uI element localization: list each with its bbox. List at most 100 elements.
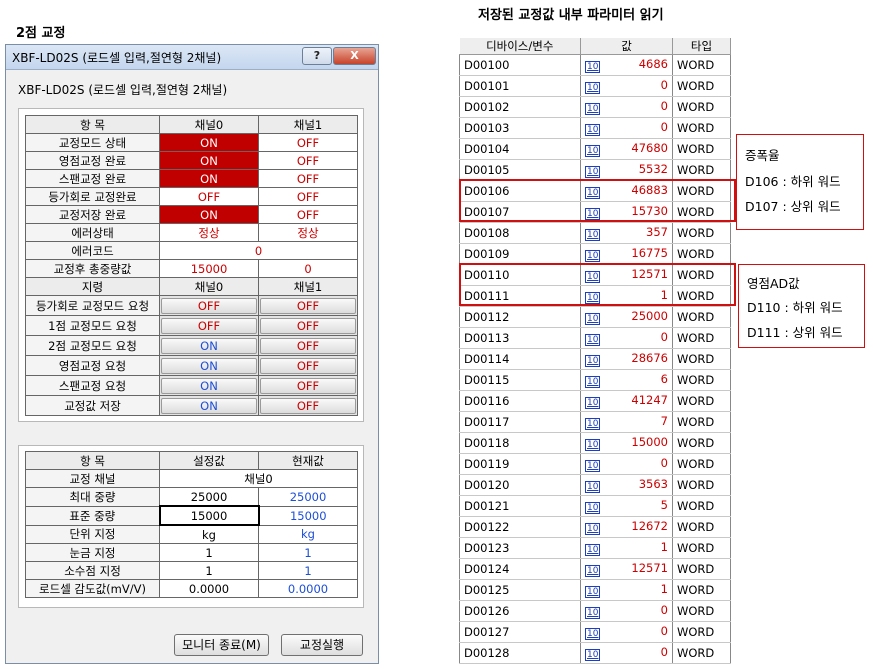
calibrate-button[interactable]: 교정실행 bbox=[281, 634, 363, 656]
command-toggle-ch1[interactable]: OFF bbox=[260, 297, 356, 314]
command-toggle-ch0[interactable]: ON bbox=[161, 397, 257, 414]
param-value-cell[interactable]: 10 0 bbox=[580, 75, 673, 97]
decimal-format-icon[interactable]: 10 bbox=[585, 628, 601, 640]
param-value-cell[interactable]: 10 5 bbox=[580, 495, 673, 517]
settings-input[interactable]: 25000 bbox=[159, 487, 259, 507]
command-toggle-ch0[interactable]: ON bbox=[161, 377, 257, 394]
param-type: WORD bbox=[672, 432, 731, 454]
status-header-cell: 채널1 bbox=[258, 115, 358, 134]
settings-input[interactable]: 0.0000 bbox=[159, 579, 259, 598]
param-value-cell[interactable]: 10 28676 bbox=[580, 348, 673, 370]
param-value-cell[interactable]: 10 12672 bbox=[580, 516, 673, 538]
decimal-format-icon[interactable]: 10 bbox=[585, 544, 601, 556]
command-toggle-ch1[interactable]: OFF bbox=[260, 337, 356, 354]
status-header-cell: 채널0 bbox=[159, 115, 259, 134]
param-row: D00128 10 0 WORD bbox=[459, 642, 731, 664]
decimal-format-icon[interactable]: 10 bbox=[585, 586, 601, 598]
param-type: WORD bbox=[672, 348, 731, 370]
param-value-cell[interactable]: 10 0 bbox=[580, 327, 673, 349]
command-toggle-ch1[interactable]: OFF bbox=[260, 317, 356, 334]
decimal-format-icon[interactable]: 10 bbox=[585, 649, 601, 661]
decimal-format-icon[interactable]: 10 bbox=[585, 418, 601, 430]
param-value-cell[interactable]: 10 41247 bbox=[580, 390, 673, 412]
param-type: WORD bbox=[672, 558, 731, 580]
status-table: 항 목 채널0 채널1 교정모드 상태 ON OFF 영점교정 완료 ON OFF 스팬교정 완료… bbox=[25, 115, 358, 416]
settings-input[interactable]: 1 bbox=[159, 561, 259, 580]
param-value-cell[interactable]: 10 0 bbox=[580, 621, 673, 643]
param-value-cell[interactable]: 10 0 bbox=[580, 642, 673, 664]
decimal-format-icon[interactable]: 10 bbox=[585, 145, 601, 157]
calibration-channel-select[interactable]: 채널0 bbox=[159, 469, 358, 488]
decimal-format-icon[interactable]: 10 bbox=[585, 250, 601, 262]
param-value-cell[interactable]: 10 0 bbox=[580, 96, 673, 118]
param-value-cell[interactable]: 10 6 bbox=[580, 369, 673, 391]
param-value-cell[interactable]: 10 357 bbox=[580, 222, 673, 244]
param-value-cell[interactable]: 10 25000 bbox=[580, 306, 673, 328]
param-value-cell[interactable]: 10 12571 bbox=[580, 558, 673, 580]
param-value-cell[interactable]: 10 0 bbox=[580, 453, 673, 475]
param-type: WORD bbox=[672, 537, 731, 559]
command-toggle-ch0[interactable]: ON bbox=[161, 337, 257, 354]
close-icon: X bbox=[350, 49, 359, 62]
settings-input[interactable]: 15000 bbox=[158, 505, 260, 526]
param-value-cell[interactable]: 10 4686 bbox=[580, 54, 673, 76]
param-value-cell[interactable]: 10 0 bbox=[580, 600, 673, 622]
decimal-format-icon[interactable]: 10 bbox=[585, 460, 601, 472]
param-device: D00126 bbox=[459, 600, 581, 622]
zero-note: 영점AD값 D110 : 하위 워드 D111 : 상위 워드 bbox=[738, 264, 865, 348]
close-button[interactable]: X bbox=[333, 47, 376, 65]
command-toggle-ch0[interactable]: OFF bbox=[161, 317, 257, 334]
settings-input[interactable]: 1 bbox=[159, 543, 259, 562]
decimal-format-icon[interactable]: 10 bbox=[585, 502, 601, 514]
command-toggle-ch0[interactable]: ON bbox=[161, 357, 257, 374]
decimal-format-icon[interactable]: 10 bbox=[585, 439, 601, 451]
calibration-channel-row: 교정 채널 채널0 bbox=[25, 469, 358, 488]
param-row: D00109 10 16775 WORD bbox=[459, 243, 731, 265]
help-button[interactable]: ? bbox=[302, 47, 332, 65]
decimal-format-icon[interactable]: 10 bbox=[585, 523, 601, 535]
param-value-cell[interactable]: 10 1 bbox=[580, 537, 673, 559]
param-value-cell[interactable]: 10 16775 bbox=[580, 243, 673, 265]
param-value: 0 bbox=[660, 603, 668, 617]
status-row: 스팬교정 완료 ON OFF bbox=[25, 169, 358, 188]
command-cell: ON bbox=[159, 395, 259, 416]
param-value-cell[interactable]: 10 3563 bbox=[580, 474, 673, 496]
param-value-cell[interactable]: 10 7 bbox=[580, 411, 673, 433]
param-type: WORD bbox=[672, 75, 731, 97]
decimal-format-icon[interactable]: 10 bbox=[585, 61, 601, 73]
status-row: 교정모드 상태 ON OFF bbox=[25, 133, 358, 152]
param-value-cell[interactable]: 10 5532 bbox=[580, 159, 673, 181]
settings-input[interactable]: kg bbox=[159, 524, 259, 544]
decimal-format-icon[interactable]: 10 bbox=[585, 334, 601, 346]
decimal-format-icon[interactable]: 10 bbox=[585, 355, 601, 367]
param-value-cell[interactable]: 10 1 bbox=[580, 579, 673, 601]
monitor-exit-button[interactable]: 모니터 종료(M) bbox=[174, 634, 269, 656]
param-value-cell[interactable]: 10 47680 bbox=[580, 138, 673, 160]
param-row: D00123 10 1 WORD bbox=[459, 537, 731, 559]
gain-note-line1: D106 : 하위 워드 bbox=[745, 174, 841, 189]
decimal-format-icon[interactable]: 10 bbox=[585, 166, 601, 178]
decimal-format-icon[interactable]: 10 bbox=[585, 313, 601, 325]
command-toggle-ch1[interactable]: OFF bbox=[260, 377, 356, 394]
param-device: D00100 bbox=[459, 54, 581, 76]
param-device: D00114 bbox=[459, 348, 581, 370]
command-header-cell: 지령 bbox=[25, 277, 160, 296]
decimal-format-icon[interactable]: 10 bbox=[585, 82, 601, 94]
decimal-format-icon[interactable]: 10 bbox=[585, 397, 601, 409]
decimal-format-icon[interactable]: 10 bbox=[585, 124, 601, 136]
decimal-format-icon[interactable]: 10 bbox=[585, 376, 601, 388]
param-row: D00115 10 6 WORD bbox=[459, 369, 731, 391]
decimal-format-icon[interactable]: 10 bbox=[585, 103, 601, 115]
param-value-cell[interactable]: 10 15000 bbox=[580, 432, 673, 454]
decimal-format-icon[interactable]: 10 bbox=[585, 607, 601, 619]
command-toggle-ch1[interactable]: OFF bbox=[260, 357, 356, 374]
command-toggle-ch0[interactable]: OFF bbox=[161, 297, 257, 314]
decimal-format-icon[interactable]: 10 bbox=[585, 565, 601, 577]
param-type: WORD bbox=[672, 474, 731, 496]
command-toggle-ch1[interactable]: OFF bbox=[260, 397, 356, 414]
settings-header-cell: 현재값 bbox=[258, 451, 358, 470]
status-label: 스팬교정 완료 bbox=[25, 169, 160, 188]
decimal-format-icon[interactable]: 10 bbox=[585, 229, 601, 241]
decimal-format-icon[interactable]: 10 bbox=[585, 481, 601, 493]
param-value-cell[interactable]: 10 0 bbox=[580, 117, 673, 139]
